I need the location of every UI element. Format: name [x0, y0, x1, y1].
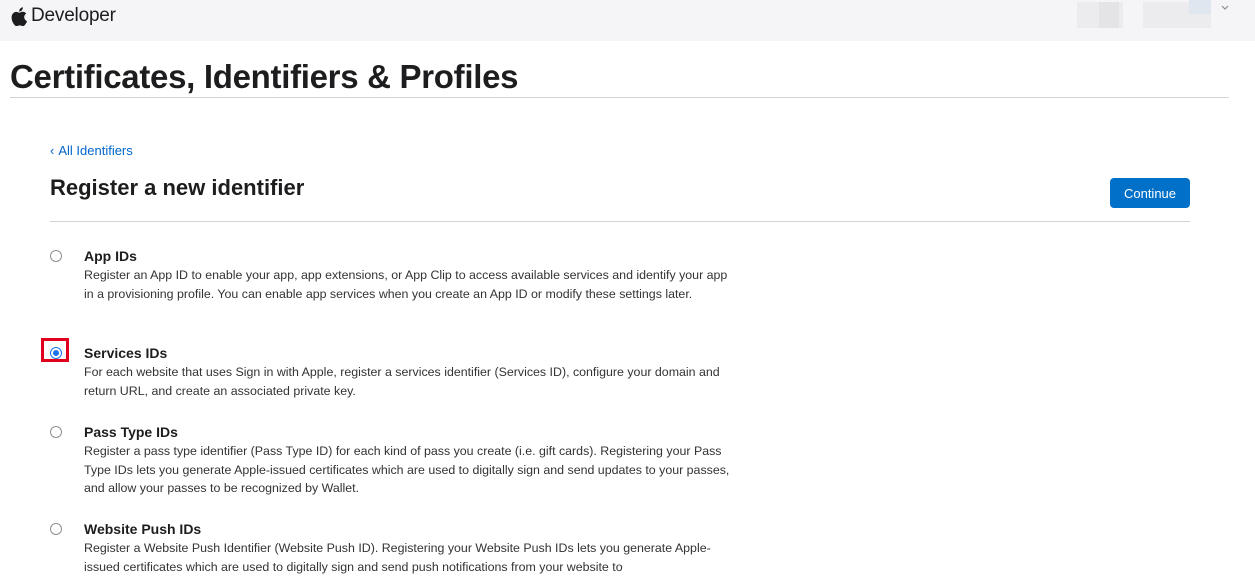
section-heading: Register a new identifier: [50, 175, 305, 200]
radio-pass-type-ids[interactable]: [50, 426, 62, 438]
continue-button[interactable]: Continue: [1110, 178, 1190, 208]
option-title: Website Push IDs: [84, 521, 202, 537]
title-divider: [10, 97, 1229, 98]
chevron-down-icon[interactable]: [1220, 0, 1230, 10]
radio-services-ids[interactable]: [50, 347, 62, 359]
redacted-account-detail: [1099, 2, 1119, 28]
option-title: Services IDs: [84, 345, 168, 361]
option-description: Register an App ID to enable your app, a…: [84, 268, 728, 301]
chevron-left-icon: ‹: [50, 143, 55, 158]
radio-website-push-ids[interactable]: [50, 523, 62, 535]
section-divider: [50, 221, 1190, 222]
page-title: Certificates, Identifiers & Profiles: [10, 58, 519, 95]
option-title: App IDs: [84, 248, 137, 264]
option-title: Pass Type IDs: [84, 424, 178, 440]
option-description: Register a pass type identifier (Pass Ty…: [84, 444, 730, 495]
global-nav: Developer: [0, 0, 1255, 41]
apple-icon: [11, 6, 27, 26]
option-description: For each website that uses Sign in with …: [84, 365, 720, 398]
developer-home-link[interactable]: Developer: [11, 3, 116, 29]
brand-name: Developer: [31, 5, 116, 26]
option-description: Register a Website Push Identifier (Webs…: [84, 541, 711, 574]
all-identifiers-link[interactable]: ‹ All Identifiers: [50, 143, 133, 158]
redacted-team-badge: [1189, 0, 1211, 14]
back-link-label: All Identifiers: [58, 143, 133, 158]
radio-app-ids[interactable]: [50, 250, 62, 262]
